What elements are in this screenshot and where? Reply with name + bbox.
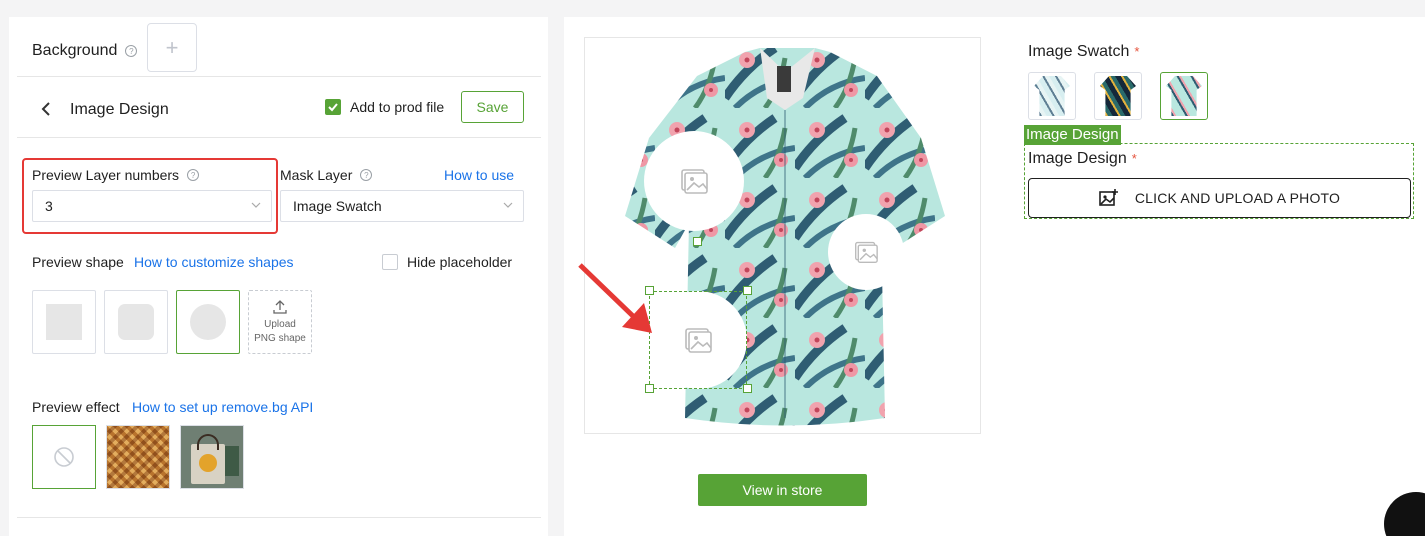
circle-shape-icon [190,304,226,340]
help-icon[interactable]: ? [187,169,200,181]
chevron-down-icon [251,202,261,208]
back-arrow-icon[interactable] [39,99,53,119]
mask-layer-select[interactable]: Image Swatch [280,190,524,222]
divider [17,76,541,77]
placeholder-layer-1[interactable] [644,131,744,231]
square-shape-icon [46,304,82,340]
upload-icon [273,299,287,314]
add-photo-icon [1099,189,1118,206]
divider [17,137,541,138]
upload-shape-line2: PNG shape [254,332,306,344]
effect-bag-option[interactable] [180,425,244,489]
placeholder-layer-2[interactable] [828,214,904,290]
preview-shape-label: Preview shape [32,254,124,270]
image-design-label: Image Design [1028,150,1127,167]
mask-layer-field-label: Mask Layer ? [280,167,373,183]
background-add-button[interactable]: + [147,23,197,72]
shape-circle-option[interactable] [176,290,240,354]
tote-bag-image [181,426,243,488]
divider [17,517,541,518]
background-row: Background ? [32,42,138,60]
help-icon[interactable]: ? [360,169,373,181]
shirt-thumbnail-2 [1100,76,1136,116]
red-arrow-icon [578,263,652,333]
chevron-down-icon [503,202,513,208]
required-mark: * [1131,151,1137,166]
customize-shapes-link[interactable]: How to customize shapes [134,254,294,270]
preview-layer-label: Preview Layer numbers [32,167,180,183]
help-icon[interactable]: ? [125,45,138,57]
hide-placeholder-checkbox[interactable] [382,254,398,270]
mask-layer-value: Image Swatch [293,198,382,214]
view-in-store-button[interactable]: View in store [698,474,867,506]
image-swatch-title: Image Swatch * [1028,43,1139,61]
save-button[interactable]: Save [461,91,524,123]
add-to-prod-label: Add to prod file [350,99,445,115]
upload-shape-button[interactable]: Upload PNG shape [248,290,312,354]
image-design-field-label: Image Design * [1028,150,1137,168]
image-placeholder-icon [681,169,708,194]
upload-shape-line1: Upload [264,318,296,330]
removebg-link[interactable]: How to set up remove.bg API [132,399,313,415]
block-icon [54,447,74,467]
how-to-use-link[interactable]: How to use [444,167,514,183]
settings-panel: Background ? + Image Design Add to prod … [9,17,548,536]
resize-handle[interactable] [693,237,702,246]
hide-placeholder-label: Hide placeholder [407,254,513,270]
resize-handle[interactable] [743,384,752,393]
background-label: Background [32,42,118,59]
upload-photo-button[interactable]: CLICK AND UPLOAD A PHOTO [1028,178,1411,218]
effect-none-option[interactable] [32,425,96,489]
woven-texture-image [107,426,169,488]
shape-rounded-option[interactable] [104,290,168,354]
product-preview [584,37,981,434]
add-to-prod-checkbox[interactable] [325,99,341,115]
check-icon [328,103,338,112]
shirt-thumbnail-1 [1034,76,1070,116]
preview-layer-select[interactable]: 3 [32,190,272,222]
mask-layer-label: Mask Layer [280,167,353,183]
swatch-option-1[interactable] [1028,72,1076,120]
resize-handle[interactable] [645,384,654,393]
preview-layer-value: 3 [45,198,53,214]
rounded-square-shape-icon [118,304,154,340]
upload-photo-label: CLICK AND UPLOAD A PHOTO [1134,190,1341,206]
image-design-tag: Image Design [1024,125,1121,145]
shirt-thumbnail-3 [1166,76,1202,116]
image-placeholder-icon [855,241,878,263]
shirt-image [625,48,945,426]
preview-effect-label: Preview effect [32,399,120,415]
required-mark: * [1134,44,1140,59]
preview-panel: View in store Image Swatch * Image Design… [564,17,1425,536]
shape-square-option[interactable] [32,290,96,354]
resize-handle[interactable] [743,286,752,295]
design-title: Image Design [70,101,169,118]
preview-layer-field-label: Preview Layer numbers ? [32,167,200,183]
swatch-option-3[interactable] [1160,72,1208,120]
image-swatch-label: Image Swatch [1028,43,1130,60]
effect-texture-option[interactable] [106,425,170,489]
swatch-option-2[interactable] [1094,72,1142,120]
